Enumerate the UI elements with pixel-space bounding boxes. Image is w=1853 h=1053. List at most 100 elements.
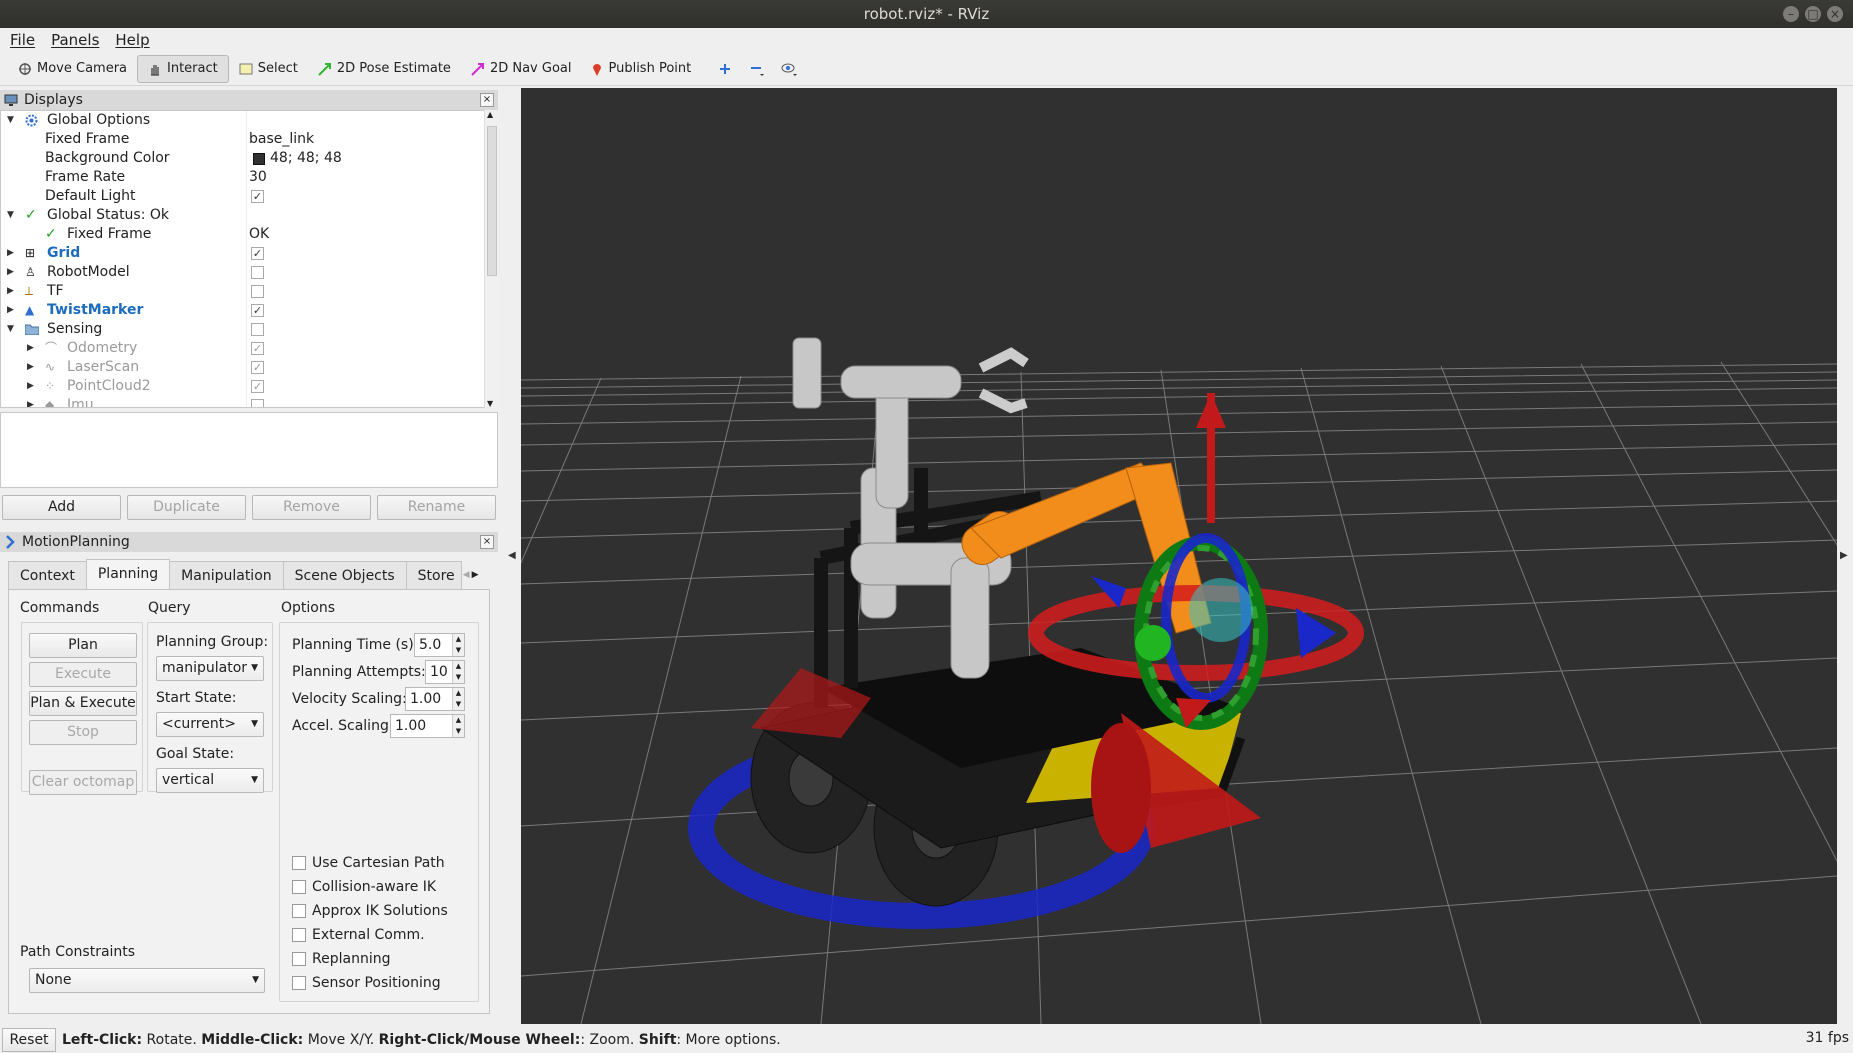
collapsed-triangle-icon[interactable]: ▶ — [7, 244, 14, 263]
stop-button[interactable]: Stop — [29, 720, 137, 745]
laserscan-checkbox[interactable]: ✓ — [251, 361, 264, 374]
tree-row-status-fixed-frame[interactable]: ✓ Fixed Frame OK — [1, 225, 481, 244]
publish-point-tool[interactable]: Publish Point — [581, 55, 701, 83]
clear-octomap-button[interactable]: Clear octomap — [29, 770, 137, 795]
tree-row-tf[interactable]: ▶ ⟂ TF — [1, 282, 481, 301]
menu-file[interactable]: File — [10, 31, 35, 49]
frame-rate-value[interactable]: 30 — [249, 168, 267, 187]
3d-scene[interactable] — [521, 88, 1837, 1024]
maximize-button[interactable]: □ — [1805, 6, 1821, 22]
spin-arrows-icon[interactable]: ▲ ▼ — [452, 688, 464, 710]
tree-row-twistmarker[interactable]: ▶ ▲ TwistMarker ✓ — [1, 301, 481, 320]
collapsed-triangle-icon[interactable]: ▶ — [27, 358, 34, 377]
menu-panels[interactable]: Panels — [51, 31, 99, 49]
color-swatch[interactable] — [253, 153, 265, 165]
tab-scroll-left-icon[interactable]: ◀ — [463, 570, 470, 580]
collapsed-triangle-icon[interactable]: ▶ — [7, 301, 14, 320]
approx-ik-checkbox[interactable]: Approx IK Solutions — [292, 903, 448, 919]
use-cartesian-path-checkbox[interactable]: Use Cartesian Path — [292, 855, 445, 871]
pose-estimate-tool[interactable]: 2D Pose Estimate — [308, 55, 461, 83]
tab-stored[interactable]: Store — [405, 561, 462, 589]
tf-checkbox[interactable] — [251, 285, 264, 298]
start-state-select[interactable]: <current> ▼ — [156, 712, 264, 737]
planning-attempts-input[interactable]: 10 ▲ ▼ — [425, 660, 465, 684]
collapse-left-arrow-icon[interactable]: ◀ — [508, 550, 516, 561]
interact-tool[interactable]: Interact — [137, 54, 229, 83]
tree-row-pointcloud2[interactable]: ▶ ⁘ PointCloud2 ✓ — [1, 377, 481, 396]
background-color-value[interactable]: 48; 48; 48 — [270, 149, 342, 168]
rename-button[interactable]: Rename — [377, 495, 496, 520]
twistmarker-checkbox[interactable]: ✓ — [251, 304, 264, 317]
path-constraints-select[interactable]: None ▼ — [29, 968, 265, 993]
tab-scroll-right-icon[interactable]: ▶ — [472, 570, 479, 580]
tree-row-laserscan[interactable]: ▶ ∿ LaserScan ✓ — [1, 358, 481, 377]
tab-context[interactable]: Context — [8, 561, 87, 589]
tree-row-background-color[interactable]: Background Color 48; 48; 48 — [1, 149, 481, 168]
collapsed-triangle-icon[interactable]: ▶ — [27, 339, 34, 358]
default-light-checkbox[interactable]: ✓ — [251, 190, 264, 203]
planning-group-select[interactable]: manipulator ▼ — [156, 656, 264, 681]
plan-execute-button[interactable]: Plan & Execute — [29, 691, 137, 716]
add-tool-button[interactable] — [709, 55, 741, 83]
grid-checkbox[interactable]: ✓ — [251, 247, 264, 260]
scrollbar-thumb[interactable] — [487, 126, 497, 276]
tree-row-robotmodel[interactable]: ▶ ♙ RobotModel — [1, 263, 481, 282]
add-button[interactable]: Add — [2, 495, 121, 520]
odometry-checkbox[interactable]: ✓ — [251, 342, 264, 355]
nav-goal-tool[interactable]: 2D Nav Goal — [461, 55, 582, 83]
replanning-checkbox[interactable]: Replanning — [292, 951, 390, 967]
tree-row-imu[interactable]: ▶ ◆ Imu — [1, 396, 481, 407]
collapsed-triangle-icon[interactable]: ▶ — [7, 282, 14, 301]
reset-button[interactable]: Reset — [2, 1027, 56, 1052]
sensing-checkbox[interactable] — [251, 323, 264, 336]
scroll-down-icon[interactable]: ▼ — [487, 399, 493, 408]
remove-button[interactable]: Remove — [252, 495, 371, 520]
tree-row-frame-rate[interactable]: Frame Rate 30 — [1, 168, 481, 187]
tree-row-global-options[interactable]: ▼ Global Options — [1, 111, 481, 130]
close-button[interactable]: × — [1827, 6, 1843, 22]
spin-arrows-icon[interactable]: ▲ ▼ — [452, 661, 464, 683]
spin-arrows-icon[interactable]: ▲ ▼ — [452, 634, 464, 656]
displays-close-button[interactable]: × — [480, 93, 494, 107]
render-viewport[interactable] — [521, 88, 1837, 1024]
execute-button[interactable]: Execute — [29, 662, 137, 687]
pointcloud2-checkbox[interactable]: ✓ — [251, 380, 264, 393]
sensor-positioning-checkbox[interactable]: Sensor Positioning — [292, 975, 441, 991]
remove-tool-button[interactable] — [741, 55, 773, 83]
tab-manipulation[interactable]: Manipulation — [169, 561, 284, 589]
tree-row-global-status[interactable]: ▼ ✓ Global Status: Ok — [1, 206, 481, 225]
goal-state-select[interactable]: vertical ▼ — [156, 768, 264, 793]
select-tool[interactable]: Select — [229, 55, 308, 83]
imu-checkbox[interactable] — [251, 399, 264, 407]
plan-button[interactable]: Plan — [29, 633, 137, 658]
collapsed-triangle-icon[interactable]: ▶ — [27, 377, 34, 396]
fixed-frame-value[interactable]: base_link — [249, 130, 314, 149]
tab-planning[interactable]: Planning — [85, 559, 171, 589]
tree-row-default-light[interactable]: Default Light ✓ — [1, 187, 481, 206]
expand-triangle-icon[interactable]: ▼ — [7, 206, 14, 225]
collision-aware-ik-checkbox[interactable]: Collision-aware IK — [292, 879, 436, 895]
view-tool-button[interactable] — [773, 55, 805, 83]
accel-scaling-input[interactable]: 1.00 ▲ ▼ — [390, 714, 465, 738]
duplicate-button[interactable]: Duplicate — [127, 495, 246, 520]
collapse-right-arrow-icon[interactable]: ▶ — [1840, 550, 1848, 561]
expand-triangle-icon[interactable]: ▼ — [7, 320, 14, 339]
tree-row-fixed-frame[interactable]: Fixed Frame base_link — [1, 130, 481, 149]
collapsed-triangle-icon[interactable]: ▶ — [27, 396, 34, 407]
collapsed-triangle-icon[interactable]: ▶ — [7, 263, 14, 282]
move-camera-tool[interactable]: Move Camera — [8, 55, 137, 83]
scroll-up-icon[interactable]: ▲ — [487, 110, 493, 119]
motionplanning-close-button[interactable]: × — [480, 535, 494, 549]
spin-arrows-icon[interactable]: ▲ ▼ — [452, 715, 464, 737]
external-comm-checkbox[interactable]: External Comm. — [292, 927, 425, 943]
displays-scrollbar[interactable]: ▲ ▼ — [484, 110, 498, 408]
velocity-scaling-input[interactable]: 1.00 ▲ ▼ — [405, 687, 465, 711]
tree-row-grid[interactable]: ▶ ⊞ Grid ✓ — [1, 244, 481, 263]
planning-time-input[interactable]: 5.0 ▲ ▼ — [414, 633, 465, 657]
robotmodel-checkbox[interactable] — [251, 266, 264, 279]
tree-row-sensing[interactable]: ▼ Sensing — [1, 320, 481, 339]
menu-help[interactable]: Help — [115, 31, 149, 49]
expand-triangle-icon[interactable]: ▼ — [7, 111, 14, 130]
tree-row-odometry[interactable]: ▶ ⌒ Odometry ✓ — [1, 339, 481, 358]
tab-scene-objects[interactable]: Scene Objects — [282, 561, 407, 589]
